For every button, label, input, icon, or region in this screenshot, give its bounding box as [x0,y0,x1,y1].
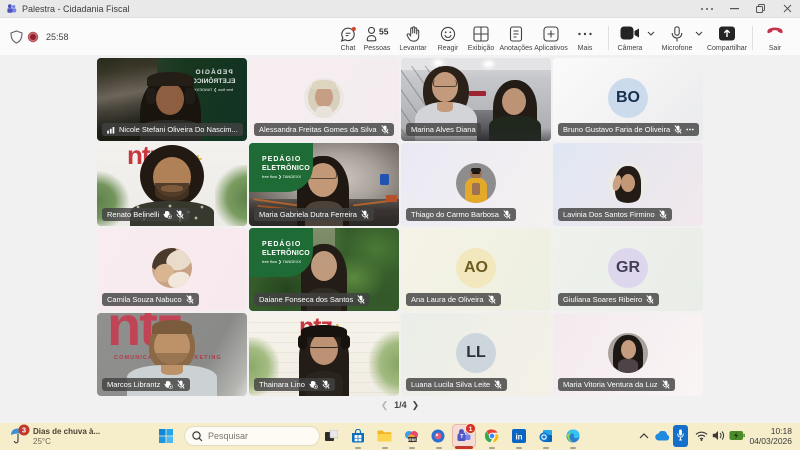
svg-text:WEBEX: WEBEX [406,438,419,442]
svg-text:1: 1 [469,426,473,433]
svg-text:in: in [515,433,522,442]
svg-text:3: 3 [22,426,26,435]
